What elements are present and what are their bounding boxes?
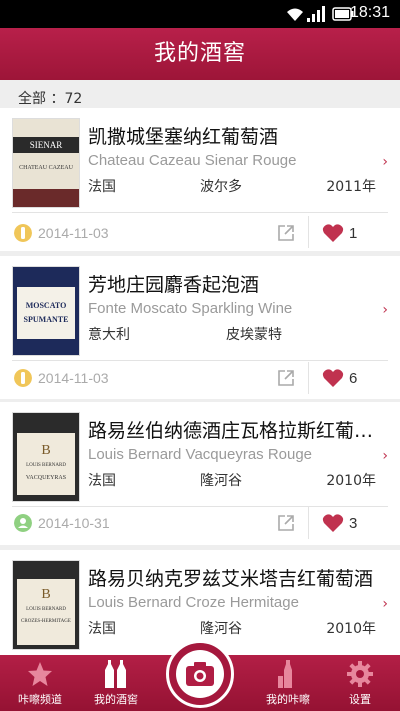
thumbs-up-bottle-icon [278, 660, 292, 688]
clock: 18:31 [349, 4, 390, 21]
chevron-right-icon: › [382, 154, 388, 170]
heart-icon[interactable] [322, 513, 344, 533]
separator [308, 362, 309, 394]
label-sub: LOUIS BERNARD [26, 607, 66, 612]
like-count: 3 [349, 515, 358, 532]
label-brand: CROZES-HERMITAGE [21, 619, 71, 624]
wine-name-en: Fonte Moscato Sparkling Wine [88, 300, 293, 317]
nav-label: 我的酒窖 [94, 693, 138, 706]
heart-icon[interactable] [322, 368, 344, 388]
label-sub: SPUMANTE [23, 315, 69, 324]
wine-region: 波尔多 [200, 179, 242, 195]
label-sub: CHATEAU CAZEAU [19, 165, 73, 171]
wine-name-zh: 凯撒城堡塞纳红葡萄酒 [88, 126, 279, 148]
label-brand: MOSCATO [25, 301, 67, 310]
star-icon [28, 662, 52, 686]
bottle-icon [14, 224, 32, 242]
wine-thumbnail: B LOUIS BERNARD CROZES-HERMITAGE [12, 560, 80, 650]
nav-label: 咔嚓频道 [18, 693, 62, 706]
wine-name-zh: 路易丝伯纳德酒庄瓦格拉斯红葡萄酒 [88, 420, 378, 442]
camera-button-inner [176, 650, 224, 698]
like-count: 1 [349, 225, 358, 242]
label-brand: VACQUEYRAS [25, 475, 67, 481]
wine-country: 意大利 [88, 327, 130, 343]
wine-region: 隆河谷 [200, 473, 242, 489]
camera-icon [186, 662, 214, 686]
wine-year: 2010年 [326, 621, 376, 637]
wine-thumbnail: MOSCATO SPUMANTE [12, 266, 80, 356]
share-icon[interactable] [277, 224, 295, 242]
wine-name-en: Chateau Cazeau Sienar Rouge [88, 152, 297, 169]
divider [12, 212, 388, 213]
wine-year: 2011年 [326, 179, 376, 195]
share-icon[interactable] [277, 369, 295, 387]
added-date: 2014-10-31 [38, 515, 110, 531]
share-icon[interactable] [277, 514, 295, 532]
chevron-right-icon: › [382, 302, 388, 318]
wine-card[interactable]: B LOUIS BERNARD VACQUEYRAS 路易丝伯纳德酒庄瓦格拉斯红… [0, 402, 400, 545]
wine-name-en: Louis Bernard Croze Hermitage [88, 594, 299, 611]
divider [12, 506, 388, 507]
user-icon [14, 514, 32, 532]
divider [12, 360, 388, 361]
wine-country: 法国 [88, 621, 116, 637]
like-count: 6 [349, 370, 358, 387]
label-brand: SIENAR [13, 137, 79, 153]
wine-card[interactable]: SIENAR CHATEAU CAZEAU 凯撒城堡塞纳红葡萄酒 Chateau… [0, 108, 400, 251]
nav-cellar[interactable]: 我的酒窖 [76, 655, 156, 711]
wine-region: 皮埃蒙特 [226, 327, 282, 343]
nav-label: 设置 [349, 693, 371, 706]
app-header: 我的酒窖 [0, 28, 400, 80]
wine-name-zh: 路易贝纳克罗兹艾米塔吉红葡萄酒 [88, 568, 374, 590]
status-bar: 18:31 [0, 0, 400, 28]
total-count: 全部 ：72 [18, 91, 83, 107]
bottle-icon [14, 369, 32, 387]
wine-card[interactable]: MOSCATO SPUMANTE 芳地庄园麝香起泡酒 Fonte Moscato… [0, 256, 400, 399]
signal-icon [307, 6, 325, 22]
wine-name-zh: 芳地庄园麝香起泡酒 [88, 274, 260, 296]
bottles-icon [105, 660, 126, 688]
nav-my[interactable]: 我的咔嚓 [248, 655, 328, 711]
wifi-icon [287, 8, 303, 21]
nav-label: 我的咔嚓 [266, 693, 310, 706]
wine-country: 法国 [88, 179, 116, 195]
separator [308, 216, 309, 248]
page-title: 我的酒窖 [153, 41, 246, 66]
camera-button[interactable] [166, 640, 234, 708]
separator [308, 507, 309, 539]
chevron-right-icon: › [382, 596, 388, 612]
gear-icon [347, 661, 373, 687]
wine-region: 隆河谷 [200, 621, 242, 637]
heart-icon[interactable] [322, 223, 344, 243]
chevron-right-icon: › [382, 448, 388, 464]
nav-settings[interactable]: 设置 [320, 655, 400, 711]
wine-name-en: Louis Bernard Vacqueyras Rouge [88, 446, 313, 463]
wine-year: 2010年 [326, 473, 376, 489]
nav-channel[interactable]: 咔嚓频道 [0, 655, 80, 711]
label-sub: LOUIS BERNARD [26, 463, 66, 468]
wine-country: 法国 [88, 473, 116, 489]
added-date: 2014-11-03 [38, 370, 109, 386]
wine-thumbnail: B LOUIS BERNARD VACQUEYRAS [12, 412, 80, 502]
added-date: 2014-11-03 [38, 225, 109, 241]
wine-thumbnail: SIENAR CHATEAU CAZEAU [12, 118, 80, 208]
